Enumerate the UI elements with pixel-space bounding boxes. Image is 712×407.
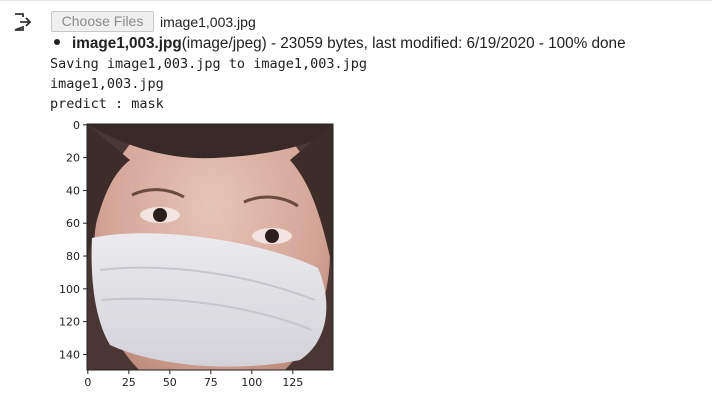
y-tick-label: 20 (66, 152, 80, 165)
x-tick-label: 75 (204, 376, 218, 389)
uploaded-file-name: image1,003.jpg (72, 35, 182, 52)
y-tick-label: 120 (59, 316, 80, 329)
stdout-line-saving: Saving image1,003.jpg to image1,003.jpg (50, 56, 367, 72)
y-tick-label: 0 (73, 119, 80, 132)
selected-file-name: image1,003.jpg (160, 14, 256, 30)
y-tick-label: 60 (66, 217, 80, 230)
y-tick-label: 140 (59, 348, 80, 361)
x-tick-label: 0 (84, 376, 91, 389)
x-tick-label: 25 (122, 376, 136, 389)
x-tick-label: 50 (163, 376, 177, 389)
x-axis: 0 25 50 75 100 125 (84, 370, 303, 389)
x-tick-label: 100 (241, 376, 262, 389)
bullet-icon (54, 38, 60, 45)
y-axis: 0 20 40 60 80 100 120 140 (59, 119, 87, 361)
plot-frame (86, 123, 334, 371)
stdout-line-filename: image1,003.jpg (50, 76, 164, 92)
y-tick-label: 100 (59, 283, 80, 296)
stdout-output: Saving image1,003.jpg to image1,003.jpg i… (50, 54, 367, 114)
stdout-line-prediction: predict : mask (50, 96, 164, 112)
x-tick-label: 125 (282, 376, 303, 389)
y-tick-label: 40 (66, 184, 80, 197)
output-arrow-icon[interactable] (12, 12, 34, 32)
cell-top-border (0, 0, 712, 1)
y-tick-label: 80 (66, 250, 80, 263)
choose-files-button[interactable]: Choose Files (51, 11, 154, 32)
upload-status-item: image1,003.jpg(image/jpeg) - 23059 bytes… (54, 34, 626, 54)
upload-details: (image/jpeg) - 23059 bytes, last modifie… (181, 35, 626, 52)
face-mask-photo (87, 124, 333, 370)
